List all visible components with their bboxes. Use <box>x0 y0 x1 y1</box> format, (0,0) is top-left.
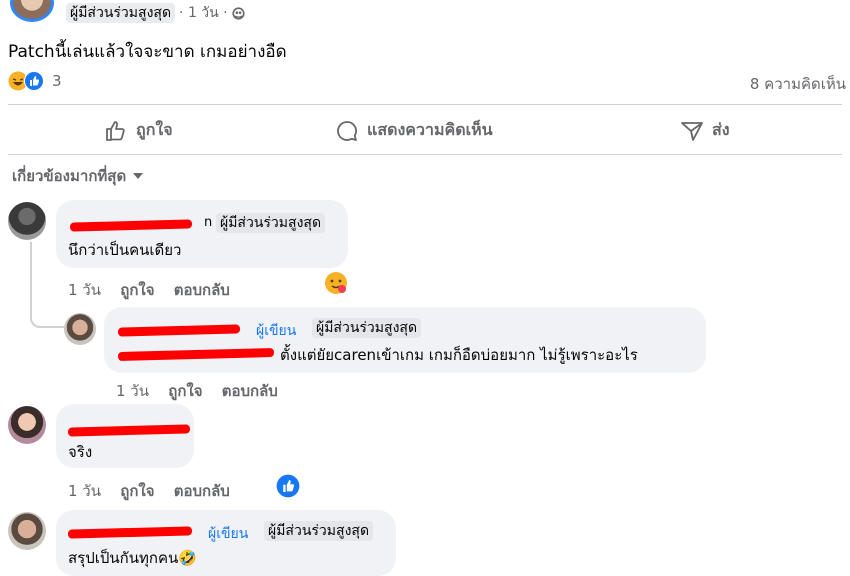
mention-redaction[interactable] <box>117 347 275 362</box>
comment-1-reply-button[interactable]: ตอบกลับ <box>174 281 230 299</box>
comment-3-reply-button[interactable]: ตอบกลับ <box>174 482 230 500</box>
comment-3-avatar[interactable] <box>8 406 46 444</box>
comment-2-badge: ผู้มีส่วนร่วมสูงสุด <box>312 318 422 338</box>
comment-2-actions: 1 วัน ถูกใจ ตอบกลับ <box>116 379 292 403</box>
redaction-mark <box>67 526 193 539</box>
post-time[interactable]: · 1 วัน · <box>179 2 228 24</box>
comment-4-text: สรุปเป็นกันทุกคน🤣 <box>68 549 197 567</box>
divider-top <box>8 104 842 105</box>
comment-count[interactable]: 8 ความคิดเห็น <box>750 72 846 96</box>
thumbs-up-icon <box>106 120 125 141</box>
like-reaction-icon <box>276 474 300 498</box>
send-button-label: ส่ง <box>712 120 730 139</box>
send-button[interactable]: ส่ง <box>680 118 730 143</box>
comment-3-actions: 1 วัน ถูกใจ ตอบกลับ <box>68 479 244 503</box>
comment-4-author-tag: ผู้เขียน <box>208 526 249 542</box>
comment-bubble-icon <box>337 120 357 141</box>
like-button[interactable]: ถูกใจ <box>104 118 173 143</box>
send-icon <box>681 121 703 141</box>
comment-1-badge: ผู้มีส่วนร่วมสูงสุด <box>216 213 326 233</box>
comment-1-time[interactable]: 1 วัน <box>68 281 101 299</box>
comment-3-time[interactable]: 1 วัน <box>68 482 101 500</box>
comment-1-text: นึกว่าเป็นคนเดียว <box>68 241 182 259</box>
comment-2-avatar[interactable] <box>64 313 96 345</box>
comment-2-author-tag: ผู้เขียน <box>256 323 297 339</box>
comment-4-badge: ผู้มีส่วนร่วมสูงสุด <box>264 521 374 541</box>
comment-button[interactable]: แสดงความคิดเห็น <box>335 118 493 143</box>
comment-4-bubble: ผู้เขียน ผู้มีส่วนร่วมสูงสุด สรุปเป็นกัน… <box>56 510 396 576</box>
redaction-mark <box>117 324 241 337</box>
post-text: Patchนี้เล่นแล้วใจจะขาด เกมอย่างอืด <box>8 42 287 62</box>
comment-2-bubble: ผู้เขียน ผู้มีส่วนร่วมสูงสุด ตั้งแต่ยัยc… <box>104 307 706 373</box>
post-author-avatar[interactable] <box>10 0 54 22</box>
caret-down-icon <box>133 173 144 179</box>
comment-2-time[interactable]: 1 วัน <box>116 382 149 400</box>
comment-4-avatar[interactable] <box>8 512 46 550</box>
comment-button-label: แสดงความคิดเห็น <box>367 120 493 139</box>
comment-2-reply-button[interactable]: ตอบกลับ <box>222 382 278 400</box>
comment-1-actions: 1 วัน ถูกใจ ตอบกลับ <box>68 278 244 302</box>
like-button-label: ถูกใจ <box>136 120 173 139</box>
divider-bottom <box>8 154 842 155</box>
comment-2-text: ตั้งแต่ยัยcarenเข้าเกม เกมก็อืดบ่อยมาก ไ… <box>280 346 638 364</box>
sort-label: เกี่ยวข้องมากที่สุด <box>12 167 127 185</box>
reaction-summary[interactable]: 3 <box>8 71 62 91</box>
audience-public-icon[interactable] <box>232 6 245 20</box>
post-meta: ผู้มีส่วนร่วมสูงสุด · 1 วัน · <box>66 2 245 24</box>
like-reaction-icon <box>24 71 44 91</box>
hug-reaction-icon <box>325 272 347 294</box>
top-contributor-badge: ผู้มีส่วนร่วมสูงสุด <box>66 3 176 23</box>
comment-1-bubble: n ผู้มีส่วนร่วมสูงสุด นึกว่าเป็นคนเดียว <box>56 200 348 268</box>
reaction-count: 3 <box>52 72 62 90</box>
comment-2-like-button[interactable]: ถูกใจ <box>168 382 202 400</box>
comment-3-text: จริง <box>68 443 93 461</box>
comment-3-bubble: จริง <box>56 404 194 468</box>
comment-3-like-button[interactable]: ถูกใจ <box>120 482 154 500</box>
comment-1-like-button[interactable]: ถูกใจ <box>120 281 154 299</box>
comment-1-avatar[interactable] <box>8 202 46 240</box>
comment-sort-dropdown[interactable]: เกี่ยวข้องมากที่สุด <box>12 164 144 188</box>
redaction-mark <box>67 424 191 437</box>
